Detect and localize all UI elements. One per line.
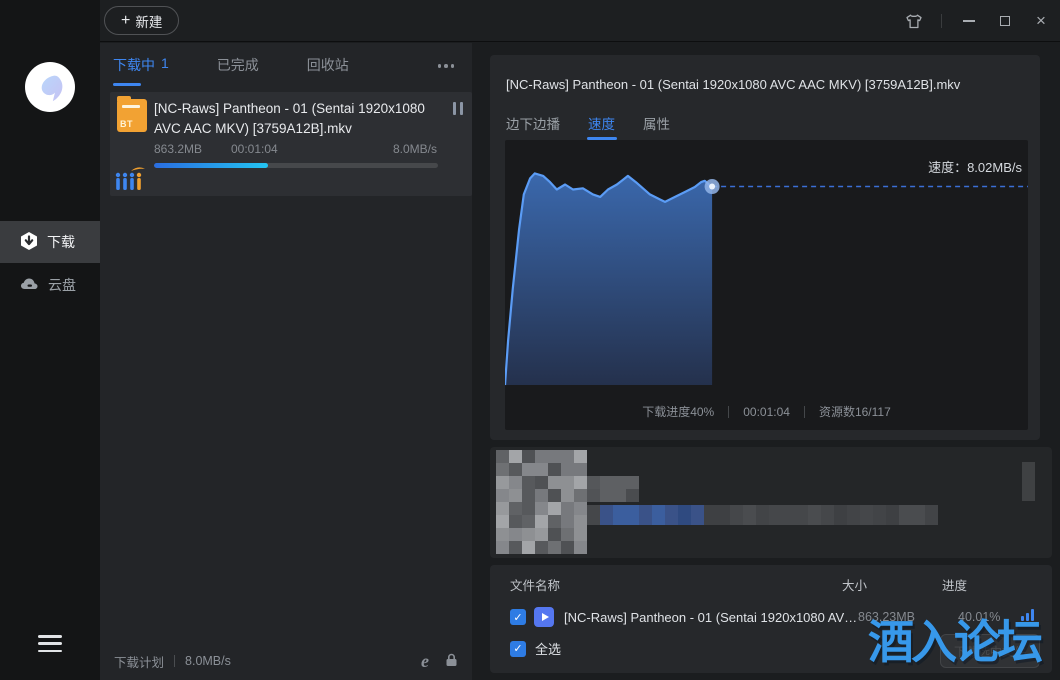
more-options-icon[interactable] [438,64,455,68]
menu-hamburger-icon[interactable] [38,635,62,652]
detail-panel: [NC-Raws] Pantheon - 01 (Sentai 1920x108… [472,43,1060,680]
tab-recycle-bin[interactable]: 回收站 [307,55,349,77]
sidebar-item-label: 下载 [47,232,75,252]
list-tab-bar: 下载中 1 已完成 回收站 [100,43,472,89]
detail-file-title: [NC-Raws] Pantheon - 01 (Sentai 1920x108… [506,77,1026,92]
signal-bars-icon [1020,608,1052,626]
download-task-card[interactable]: BT [NC-Raws] Pantheon - 01 (Sentai 1920x… [110,92,472,196]
tab-properties[interactable]: 属性 [643,113,670,140]
app-logo-bird-icon [25,62,75,112]
select-all-row: ✓ 全选 [490,639,561,658]
resources-stat: 资源数16/117 [819,403,891,420]
list-status-bar: 下载计划 8.0MB/s e [100,642,472,680]
censored-mosaic-region [490,447,1052,558]
new-task-label: 新建 [135,11,162,31]
topbar: + 新建 × [100,0,1060,42]
browser-e-icon[interactable]: e [421,652,429,670]
window-controls: × [905,0,1050,42]
progress-fill [154,163,268,168]
download-task-name: [NC-Raws] Pantheon - 01 (Sentai 1920x108… [154,99,436,140]
file-table-header: 文件名称 大小 进度 [490,575,1052,594]
current-speed-label: 速度：8.02MB/s [928,157,1022,176]
active-tab-underline [113,83,141,86]
download-hexagon-icon [20,231,38,254]
speed-area-fill [505,173,712,385]
download-size: 863.2MB [154,142,202,156]
team-acceleration-peers-icon [113,166,145,198]
divider [804,406,805,418]
downloading-count-badge: 1 [161,55,169,75]
file-progress-cell: 40.01% [958,610,1020,624]
sidebar-item-download[interactable]: 下载 [0,221,100,263]
plus-icon: + [121,13,130,29]
lock-icon[interactable] [445,653,458,670]
play-icon [542,613,549,621]
sidebar-item-label: 云盘 [48,275,76,295]
bt-folder-icon: BT [117,99,147,132]
download-progress-stat: 下载进度40% [642,403,714,420]
divider [728,406,729,418]
global-speed: 8.0MB/s [185,654,231,668]
file-size-cell: 863.23MB [858,610,958,624]
speed-chart: 速度：8.02MB/s 下载进度40% 00:01:04 资源数16/117 [505,140,1028,430]
tab-completed[interactable]: 已完成 [217,55,259,77]
select-all-label: 全选 [535,639,561,658]
header-progress: 进度 [942,575,1020,594]
sidebar-item-cloud-drive[interactable]: 云盘 [0,264,100,306]
sidebar: 下载 云盘 [0,0,100,680]
speed-card: [NC-Raws] Pantheon - 01 (Sentai 1920x108… [490,55,1040,440]
theme-shirt-icon[interactable] [905,12,923,30]
download-selected-button[interactable]: 下载选中文件 [940,634,1040,668]
file-table-card: 文件名称 大小 进度 ✓ [NC-Raws] Pantheon - 01 (Se… [490,565,1052,673]
elapsed-stat: 00:01:04 [743,405,790,419]
chart-footer-stats: 下载进度40% 00:01:04 资源数16/117 [505,403,1028,420]
cloud-icon [20,277,39,293]
app-window: 下载 云盘 + 新建 × [0,0,1060,680]
progress-bar [154,163,438,168]
detail-tab-bar: 边下边播 速度 属性 [506,113,670,140]
tab-speed[interactable]: 速度 [588,113,615,140]
download-speed: 8.0MB/s [393,142,437,156]
close-button[interactable]: × [1032,12,1050,30]
maximize-button[interactable] [996,12,1014,30]
minimize-button[interactable] [960,12,978,30]
download-list-panel: 下载中 1 已完成 回收站 BT [NC-Raws] Pantheon - 01… [100,43,472,680]
header-size: 大小 [842,575,942,594]
header-file-name: 文件名称 [510,575,842,594]
tab-play-while-download[interactable]: 边下边播 [506,113,560,140]
file-checkbox[interactable]: ✓ [510,609,526,625]
file-name-cell: [NC-Raws] Pantheon - 01 (Sentai 1920x108… [564,610,858,625]
divider [941,14,942,28]
new-task-button[interactable]: + 新建 [104,6,179,35]
tab-downloading[interactable]: 下载中 1 [113,55,169,77]
play-file-button[interactable] [534,607,554,627]
download-plan-link[interactable]: 下载计划 [114,652,164,671]
pause-button[interactable] [453,102,463,115]
file-table-row[interactable]: ✓ [NC-Raws] Pantheon - 01 (Sentai 1920x1… [490,603,1052,631]
select-all-checkbox[interactable]: ✓ [510,641,526,657]
divider [174,655,175,667]
download-elapsed: 00:01:04 [231,142,278,156]
